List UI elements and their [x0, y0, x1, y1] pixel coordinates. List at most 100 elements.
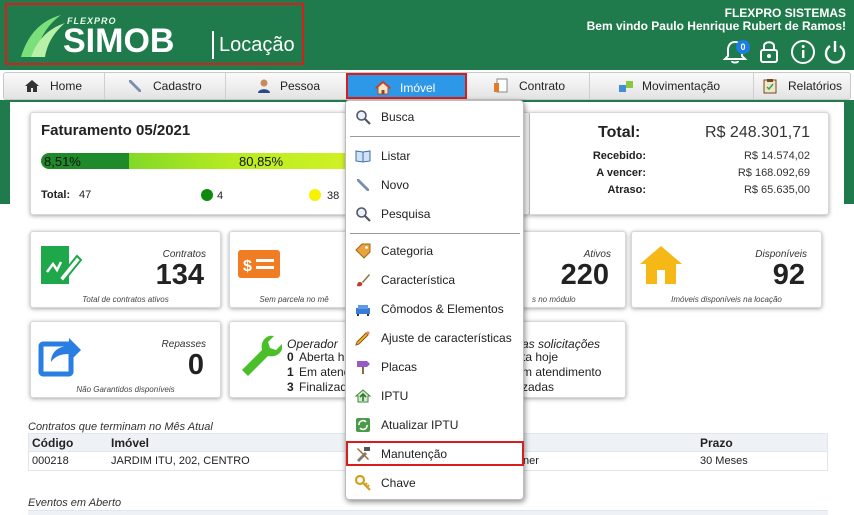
menu-item-label: Chave: [381, 476, 416, 490]
magnifier-icon: [356, 110, 371, 125]
menu-item-placas[interactable]: Placas: [346, 354, 524, 380]
card-operador-t2: Finalizad: [299, 380, 348, 394]
nav-imovel[interactable]: Imóvel: [346, 73, 467, 99]
menu-item-novo[interactable]: Novo: [346, 172, 524, 198]
contracts-ending-title: Contratos que terminam no Mês Atual: [28, 421, 213, 433]
card-operador-t0: Aberta h: [299, 350, 345, 364]
menu-item-caracteristica[interactable]: Característica: [346, 267, 524, 293]
menu-item-label: Novo: [381, 178, 410, 192]
house-up-icon: [355, 389, 371, 403]
imovel-dropdown-menu: Busca Listar Novo Pesquisa Categoria Car…: [345, 100, 524, 500]
menu-separator: [350, 233, 520, 234]
company-name: FLEXPRO SISTEMAS: [724, 6, 846, 20]
nav-relatorios[interactable]: Relatórios: [754, 73, 852, 99]
total-value: R$ 248.301,71: [705, 124, 810, 141]
menu-item-label: Busca: [381, 110, 415, 124]
card-disponiveis[interactable]: Disponíveis 92 Imóveis disponíveis na lo…: [631, 231, 822, 308]
menu-item-atualizar-iptu[interactable]: Atualizar IPTU: [346, 412, 524, 438]
info-icon[interactable]: [790, 39, 816, 65]
sofa-icon: [356, 305, 370, 316]
nav-movimentacao[interactable]: Movimentação: [590, 73, 754, 99]
card-ativos[interactable]: Ativos 220 s no módulo: [522, 231, 626, 308]
leaf-swoosh-icon: [21, 15, 65, 57]
logo-brand-main: SIMOB: [63, 22, 175, 60]
card-operador-n0: 0: [287, 350, 294, 364]
card-solicitacoes-line2: zadas: [522, 380, 555, 394]
sign-icon: [357, 361, 370, 374]
billing-total-value: 47: [79, 189, 92, 201]
card-disponiveis-value: 92: [772, 259, 805, 291]
card-contratos-sub: Total de contratos ativos: [82, 295, 169, 304]
card-contratos[interactable]: Contratos 134 Total de contratos ativos: [30, 231, 221, 308]
due-label: A vencer:: [596, 167, 646, 179]
nav-cadastro[interactable]: Cadastro: [105, 73, 226, 99]
card-sem-parcela-sub: Sem parcela no mê: [259, 295, 329, 304]
card-sem-parcela[interactable]: $ Sem parcela no mê: [229, 231, 359, 308]
nav-movimentacao-label: Movimentação: [642, 79, 721, 93]
nav-pessoa[interactable]: Pessoa: [226, 73, 347, 99]
menu-item-chave[interactable]: Chave: [346, 470, 524, 496]
manutencao-highlight: [346, 441, 524, 466]
overdue-value: R$ 65.635,00: [743, 184, 810, 196]
cell-mid: ner: [523, 455, 539, 467]
billing-green-percent: 8,51%: [44, 154, 81, 169]
person-icon: [258, 79, 270, 93]
card-operador-t1: Em atend: [299, 365, 351, 379]
menu-item-categoria[interactable]: Categoria: [346, 238, 524, 264]
menu-item-label: Placas: [381, 360, 418, 374]
menu-item-label: Ajuste de características: [381, 331, 512, 345]
card-disponiveis-sub: Imóveis disponíveis na locação: [671, 295, 782, 304]
power-icon[interactable]: [822, 39, 848, 65]
nav-imovel-label: Imóvel: [400, 81, 436, 95]
card-solicitacoes-line0: ta hoje: [522, 350, 559, 364]
share-arrow-icon: [38, 338, 81, 377]
menu-separator: [350, 136, 520, 137]
yellow-count: 38: [327, 190, 340, 202]
pen-icon: [129, 80, 141, 92]
pen-icon: [357, 179, 369, 191]
money-ticket-icon: $: [238, 250, 280, 278]
billing-title: Faturamento 05/2021: [41, 122, 191, 139]
menu-item-iptu[interactable]: IPTU: [346, 383, 524, 409]
nav-home[interactable]: Home: [4, 73, 105, 99]
col-prazo: Prazo: [700, 436, 733, 450]
menu-item-label: Listar: [381, 149, 411, 163]
app-logo[interactable]: FLEXPRO SIMOB Locação: [5, 3, 304, 65]
nav-contrato-label: Contrato: [519, 79, 566, 93]
refresh-icon: [356, 418, 370, 432]
house-icon: [375, 80, 391, 95]
menu-item-listar[interactable]: Listar: [346, 143, 524, 169]
menu-item-label: Pesquisa: [381, 207, 431, 221]
card-solicitacoes[interactable]: as solicitações ta hoje m atendimento za…: [522, 321, 626, 398]
open-events-title: Eventos em Aberto: [28, 497, 122, 509]
transfer-icon: [619, 81, 633, 92]
card-repasses[interactable]: Repasses 0 Não Garantidos disponíveis: [30, 321, 221, 398]
book-icon: [355, 150, 371, 163]
tag-icon: [355, 243, 371, 259]
green-count: 4: [217, 190, 224, 202]
lock-icon[interactable]: [756, 39, 782, 65]
card-operador[interactable]: Operador 0 Aberta h 1 Em atend 3 Finaliz…: [229, 321, 359, 398]
welcome-message: Bem vindo Paulo Henrique Rubert de Ramos…: [586, 19, 846, 33]
col-imovel: Imóvel: [111, 436, 150, 450]
wrench-icon: [242, 335, 282, 376]
card-solicitacoes-title: as solicitações: [522, 337, 601, 351]
nav-relatorios-label: Relatórios: [788, 79, 843, 93]
logo-separator: [212, 31, 214, 59]
nav-contrato[interactable]: Contrato: [471, 73, 590, 99]
green-dot-icon: [201, 189, 213, 201]
card-ativos-sub: s no módulo: [532, 295, 576, 304]
brush-icon: [357, 274, 370, 287]
card-contratos-value: 134: [155, 259, 204, 291]
logo-module: Locação: [219, 34, 295, 56]
menu-item-ajuste[interactable]: Ajuste de características: [346, 325, 524, 351]
card-repasses-value: 0: [187, 349, 204, 381]
menu-item-busca[interactable]: Busca: [346, 104, 524, 130]
menu-item-pesquisa[interactable]: Pesquisa: [346, 201, 524, 227]
menu-item-label: Cômodos & Elementos: [381, 302, 504, 316]
menu-item-comodos[interactable]: Cômodos & Elementos: [346, 296, 524, 322]
card-ativos-value: 220: [560, 259, 609, 291]
billing-total-label: Total:: [41, 189, 71, 201]
house-available-icon: [640, 246, 682, 284]
card-operador-title: Operador: [287, 337, 338, 351]
